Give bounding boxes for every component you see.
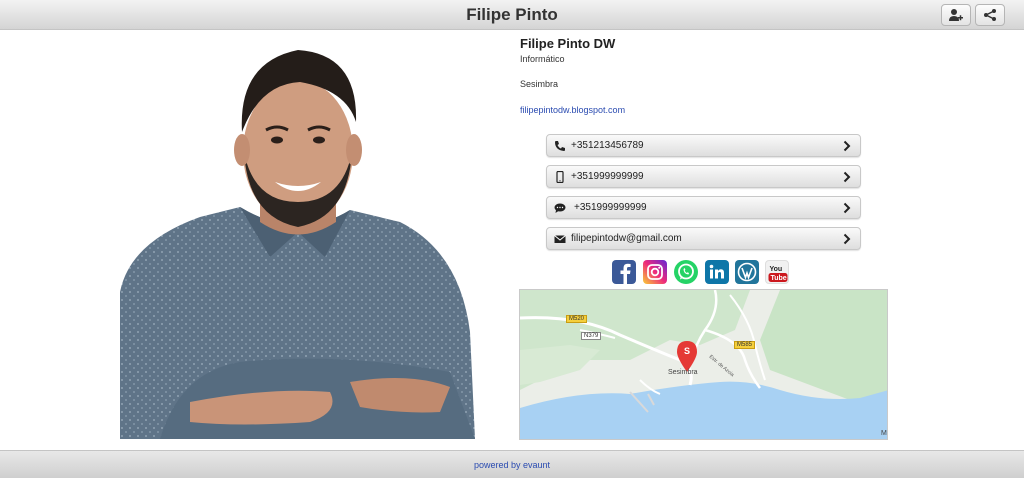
powered-by-link[interactable]: powered by evaunt	[0, 460, 1024, 470]
profile-name: Filipe Pinto DW	[520, 36, 616, 51]
chevron-right-icon	[843, 233, 851, 245]
road-tag: M585	[734, 341, 756, 349]
page-title: Filipe Pinto	[466, 5, 558, 24]
phone-icon	[555, 141, 565, 151]
share-icon	[984, 9, 996, 21]
youtube-icon[interactable]: You Tube	[765, 260, 789, 284]
phone-number: +351213456789	[571, 140, 644, 151]
top-bar: Filipe Pinto	[0, 0, 1024, 30]
svg-text:You: You	[770, 266, 783, 273]
profile-city: Sesimbra	[520, 79, 559, 89]
map-pin-label: S	[684, 346, 690, 356]
share-button[interactable]	[975, 4, 1005, 26]
chevron-right-icon	[843, 140, 851, 152]
road-tag: M520	[566, 315, 588, 323]
add-contact-button[interactable]	[941, 4, 971, 26]
profile-job: Informático	[520, 54, 565, 64]
chat-icon	[554, 203, 566, 213]
sms-button[interactable]: +351999999999	[546, 196, 861, 219]
location-map[interactable]: S Estr. de Azoia M520 N379 M585 Sesimbra…	[519, 289, 888, 440]
profile-photo	[120, 50, 475, 439]
email-button[interactable]: filipepintodw@gmail.com	[546, 227, 861, 250]
instagram-icon[interactable]	[643, 260, 667, 284]
sms-number: +351999999999	[574, 202, 647, 213]
svg-text:Tube: Tube	[771, 275, 787, 282]
email-address: filipepintodw@gmail.com	[571, 233, 682, 244]
chevron-right-icon	[843, 202, 851, 214]
mobile-button[interactable]: +351999999999	[546, 165, 861, 188]
map-canvas: S Estr. de Azoia	[520, 290, 887, 439]
add-contact-icon	[949, 9, 963, 21]
wordpress-icon[interactable]	[735, 260, 759, 284]
phone-button[interactable]: +351213456789	[546, 134, 861, 157]
mobile-icon	[556, 171, 564, 183]
website-link[interactable]: filipepintodw.blogspot.com	[520, 105, 625, 115]
profile-info: Filipe Pinto DW Informático Sesimbra fil…	[520, 36, 625, 115]
whatsapp-icon[interactable]	[674, 260, 698, 284]
linkedin-icon[interactable]	[705, 260, 729, 284]
mobile-number: +351999999999	[571, 171, 644, 182]
chevron-right-icon	[843, 171, 851, 183]
road-tag: N379	[581, 332, 602, 340]
facebook-icon[interactable]	[612, 260, 636, 284]
scrollbar[interactable]	[1011, 30, 1024, 450]
mail-icon	[554, 235, 566, 243]
footer: powered by evaunt	[0, 450, 1024, 478]
place-label: Sesimbra	[668, 369, 698, 376]
map-corner-label: M	[881, 430, 887, 437]
